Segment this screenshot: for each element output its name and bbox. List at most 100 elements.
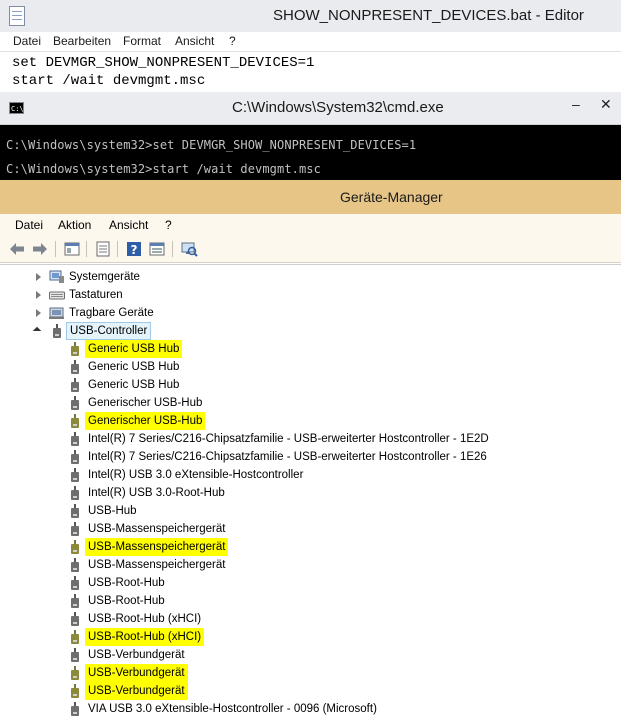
back-arrow-icon[interactable] [8,240,26,258]
tree-category-systemgeraete[interactable]: Systemgeräte [0,268,621,286]
usb-device-label: Generic USB Hub [88,379,180,391]
usb-device-label: Generischer USB-Hub [88,397,203,409]
usb-device-item[interactable]: USB-Root-Hub [0,574,621,592]
usb-device-item[interactable]: Generischer USB-Hub [0,394,621,412]
usb-device-item[interactable]: USB-Verbundgerät [0,682,621,700]
console-tree-icon[interactable] [63,240,81,258]
usb-icon [67,666,83,680]
collapse-arrow-icon[interactable] [32,326,42,336]
system-devices-icon [49,270,64,283]
device-manager-window: Geräte-Manager Datei Aktion Ansicht ? ? … [0,180,621,725]
notepad-text-area[interactable]: set DEVMGR_SHOW_NONPRESENT_DEVICES=1 sta… [0,51,621,93]
usb-icon [67,648,83,662]
tree-category-label: Systemgeräte [69,271,140,283]
usb-device-item[interactable]: Intel(R) 7 Series/C216-Chipsatzfamilie -… [0,430,621,448]
usb-device-label: Generic USB Hub [85,340,183,358]
tree-category-tastaturen[interactable]: Tastaturen [0,286,621,304]
notepad-menu-help[interactable]: ? [229,34,236,48]
expand-arrow-icon[interactable] [36,291,41,299]
usb-icon [67,594,83,608]
notepad-title: SHOW_NONPRESENT_DEVICES.bat - Editor [273,7,584,24]
view-icon[interactable] [148,240,166,258]
usb-device-label: USB-Massenspeichergerät [88,559,226,571]
usb-device-label: USB-Massenspeichergerät [88,523,226,535]
dm-menu-datei[interactable]: Datei [15,218,43,232]
notepad-line-1: set DEVMGR_SHOW_NONPRESENT_DEVICES=1 [12,55,315,71]
expand-arrow-icon[interactable] [36,273,41,281]
expand-arrow-icon[interactable] [36,309,41,317]
usb-device-label: USB-Root-Hub (xHCI) [88,613,202,625]
usb-device-item[interactable]: USB-Root-Hub [0,592,621,610]
usb-device-label: USB-Root-Hub [88,595,165,607]
minimize-button[interactable]: – [572,96,580,112]
usb-device-label: Generic USB Hub [88,361,180,373]
notepad-window: SHOW_NONPRESENT_DEVICES.bat - Editor Dat… [0,0,621,93]
usb-device-item[interactable]: Generic USB Hub [0,376,621,394]
usb-icon [67,486,83,500]
usb-device-label: USB-Verbundgerät [85,682,188,700]
usb-icon [67,432,83,446]
notepad-menu-bar: Datei Bearbeiten Format Ansicht ? [0,32,621,51]
portable-devices-icon [49,307,64,319]
usb-icon [67,702,83,716]
usb-icon [67,378,83,392]
tree-category-usb-controller[interactable]: USB-Controller [0,322,621,340]
usb-device-item[interactable]: USB-Massenspeichergerät [0,520,621,538]
notepad-menu-datei[interactable]: Datei [13,34,41,48]
usb-device-label: Generischer USB-Hub [85,412,206,430]
usb-device-label: USB-Root-Hub (xHCI) [85,628,205,646]
usb-icon [67,360,83,374]
usb-icon [67,576,83,590]
device-manager-title: Geräte-Manager [340,189,443,205]
usb-device-item[interactable]: Generischer USB-Hub [0,412,621,430]
usb-device-item[interactable]: Generic USB Hub [0,340,621,358]
usb-device-item[interactable]: Generic USB Hub [0,358,621,376]
console-window: C:\ C:\Windows\System32\cmd.exe – ✕ C:\W… [0,92,621,180]
usb-device-item[interactable]: Intel(R) USB 3.0 eXtensible-Hostcontroll… [0,466,621,484]
scan-hardware-icon[interactable] [180,240,198,258]
usb-icon [67,558,83,572]
usb-device-item[interactable]: USB-Hub [0,502,621,520]
dm-menu-help[interactable]: ? [165,218,172,232]
usb-device-item[interactable]: USB-Root-Hub (xHCI) [0,628,621,646]
notepad-menu-bearbeiten[interactable]: Bearbeiten [53,34,111,48]
usb-device-label: VIA USB 3.0 eXtensible-Hostcontroller - … [88,703,377,715]
usb-icon [67,396,83,410]
usb-device-label: Intel(R) 7 Series/C216-Chipsatzfamilie -… [88,433,489,445]
notepad-menu-ansicht[interactable]: Ansicht [175,34,214,48]
keyboard-icon [49,291,65,300]
usb-icon [67,504,83,518]
tree-category-label: USB-Controller [66,322,152,340]
usb-device-label: Intel(R) USB 3.0 eXtensible-Hostcontroll… [88,469,304,481]
properties-icon[interactable] [94,240,112,258]
notepad-app-icon [9,6,25,26]
tree-category-label: Tragbare Geräte [69,307,154,319]
help-icon[interactable]: ? [125,240,143,258]
tree-category-tragbare-geraete[interactable]: Tragbare Geräte [0,304,621,322]
usb-device-label: USB-Verbundgerät [88,649,185,661]
tree-category-label: Tastaturen [69,289,123,301]
usb-device-item[interactable]: VIA USB 3.0 eXtensible-Hostcontroller - … [0,700,621,718]
notepad-title-bar[interactable]: SHOW_NONPRESENT_DEVICES.bat - Editor [0,0,621,33]
usb-device-item[interactable]: USB-Verbundgerät [0,664,621,682]
usb-device-item[interactable]: USB-Massenspeichergerät [0,556,621,574]
console-line-1: C:\Windows\system32>set DEVMGR_SHOW_NONP… [6,138,417,152]
console-app-icon: C:\ [9,102,24,114]
close-button[interactable]: ✕ [600,96,612,113]
device-manager-title-bar[interactable]: Geräte-Manager [0,180,621,215]
usb-device-item[interactable]: USB-Massenspeichergerät [0,538,621,556]
usb-device-item[interactable]: USB-Root-Hub (xHCI) [0,610,621,628]
usb-device-label: Intel(R) USB 3.0-Root-Hub [88,487,225,499]
usb-icon [67,342,83,356]
notepad-menu-format[interactable]: Format [123,34,161,48]
dm-menu-aktion[interactable]: Aktion [58,218,91,232]
usb-device-item[interactable]: USB-Verbundgerät [0,646,621,664]
forward-arrow-icon[interactable] [31,240,49,258]
device-manager-toolbar: ? [0,236,621,263]
dm-menu-ansicht[interactable]: Ansicht [109,218,148,232]
console-line-2: C:\Windows\system32>start /wait devmgmt.… [6,162,321,176]
usb-device-item[interactable]: Intel(R) USB 3.0-Root-Hub [0,484,621,502]
console-title-bar[interactable]: C:\ C:\Windows\System32\cmd.exe – ✕ [0,92,621,125]
usb-device-label: Intel(R) 7 Series/C216-Chipsatzfamilie -… [88,451,487,463]
usb-device-item[interactable]: Intel(R) 7 Series/C216-Chipsatzfamilie -… [0,448,621,466]
